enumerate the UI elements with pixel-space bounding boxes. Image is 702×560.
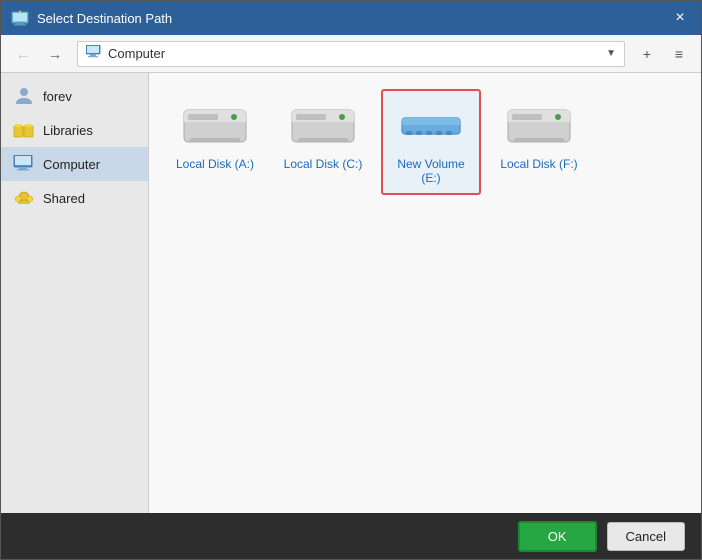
main-content: forev Libraries — [1, 73, 701, 513]
cancel-button[interactable]: Cancel — [607, 522, 685, 551]
disk-c-label: Local Disk (C:) — [284, 157, 363, 171]
libraries-icon — [13, 121, 35, 139]
new-folder-button[interactable]: + — [633, 41, 661, 67]
sidebar-label-computer: Computer — [43, 157, 100, 172]
disk-e-label: New Volume (E:) — [391, 157, 471, 185]
bottom-bar: OK Cancel — [1, 513, 701, 559]
file-grid: Local Disk (A:) Local Di — [165, 89, 685, 195]
address-bar[interactable]: Computer ▼ — [77, 41, 625, 67]
file-item-disk-e[interactable]: New Volume (E:) — [381, 89, 481, 195]
file-item-disk-a[interactable]: Local Disk (A:) — [165, 89, 265, 195]
sidebar-item-shared[interactable]: Shared — [1, 181, 148, 215]
toolbar: ← → Computer ▼ + ≡ — [1, 35, 701, 73]
disk-f-label: Local Disk (F:) — [500, 157, 577, 171]
address-dropdown-icon[interactable]: ▼ — [606, 48, 616, 59]
sidebar-item-computer[interactable]: Computer — [1, 147, 148, 181]
address-computer-icon — [86, 45, 102, 62]
file-item-disk-c[interactable]: Local Disk (C:) — [273, 89, 373, 195]
dialog-title: Select Destination Path — [37, 11, 669, 26]
disk-e-icon — [395, 99, 467, 151]
close-button[interactable]: × — [669, 7, 691, 29]
sidebar-item-forev[interactable]: forev — [1, 79, 148, 113]
title-bar: Select Destination Path × — [1, 1, 701, 35]
forward-button[interactable]: → — [41, 41, 69, 67]
view-button[interactable]: ≡ — [665, 41, 693, 67]
back-button[interactable]: ← — [9, 41, 37, 67]
disk-a-label: Local Disk (A:) — [176, 157, 254, 171]
file-item-disk-f[interactable]: Local Disk (F:) — [489, 89, 589, 195]
disk-a-icon — [179, 99, 251, 151]
ok-button[interactable]: OK — [518, 521, 597, 552]
sidebar-item-libraries[interactable]: Libraries — [1, 113, 148, 147]
sidebar-label-forev: forev — [43, 89, 72, 104]
disk-c-icon — [287, 99, 359, 151]
computer-icon — [13, 155, 35, 173]
sidebar: forev Libraries — [1, 73, 149, 513]
file-area: Local Disk (A:) Local Di — [149, 73, 701, 513]
app-icon — [11, 9, 29, 27]
sidebar-label-shared: Shared — [43, 191, 85, 206]
sidebar-label-libraries: Libraries — [43, 123, 93, 138]
address-text: Computer — [108, 46, 606, 61]
disk-f-icon — [503, 99, 575, 151]
user-icon — [13, 87, 35, 105]
dialog: Select Destination Path × ← → Computer ▼… — [0, 0, 702, 560]
shared-icon — [13, 189, 35, 207]
